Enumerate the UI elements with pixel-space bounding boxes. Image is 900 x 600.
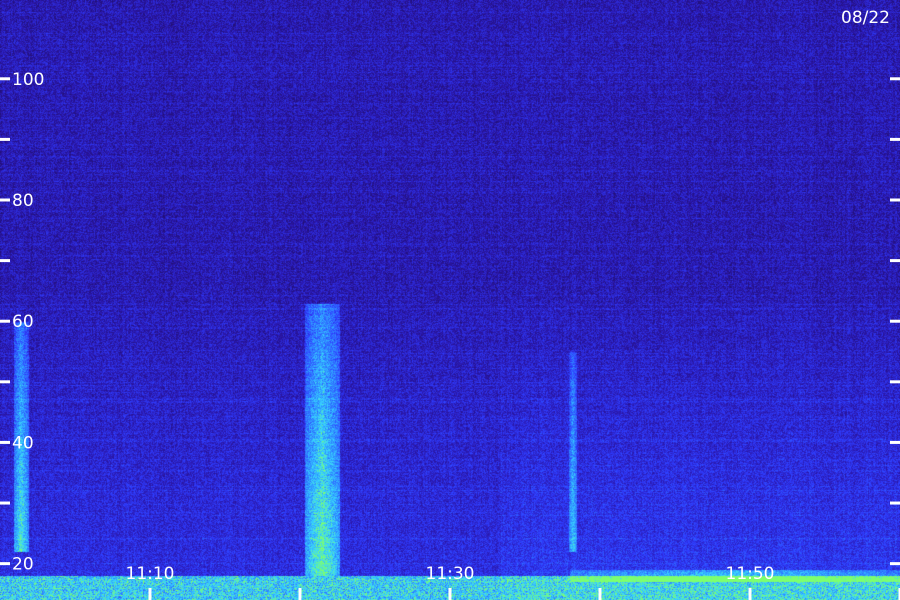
- x-tick-label: 11:10: [126, 564, 175, 584]
- spectrogram-chart: 20 40 60 80 100 11:10 11:30 11:50 08/22: [0, 0, 900, 600]
- y-tick-label: 40: [12, 433, 34, 453]
- x-tick-label: 11:30: [426, 564, 475, 584]
- y-axis-left: 20 40 60 80 100: [0, 70, 44, 575]
- y-tick-label: 80: [12, 191, 34, 211]
- date-label: 08/22: [841, 8, 890, 28]
- y-tick-label: 60: [12, 312, 34, 332]
- y-tick-label: 20: [12, 555, 34, 575]
- x-axis: 11:10 11:30 11:50: [126, 564, 900, 600]
- axis-overlay: 20 40 60 80 100 11:10 11:30 11:50 08/22: [0, 8, 900, 600]
- y-tick-label: 100: [12, 70, 44, 90]
- x-tick-label: 11:50: [726, 564, 775, 584]
- y-axis-right: [890, 77, 900, 566]
